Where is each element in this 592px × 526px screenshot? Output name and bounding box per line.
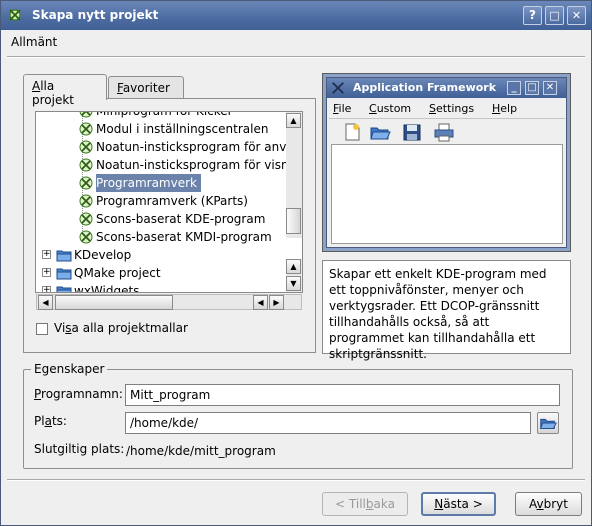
tree-item-label: wxWidgets [74, 284, 140, 293]
kde-template-icon [79, 140, 93, 154]
tree-item-label: Programramverk (KParts) [96, 194, 248, 208]
kde-template-icon [79, 212, 93, 226]
horizontal-scroll-thumb[interactable] [55, 295, 173, 310]
scroll-left-button-right[interactable]: ◀ [253, 295, 268, 310]
footer-separator [7, 479, 585, 481]
preview-content-area [331, 144, 563, 244]
expand-icon[interactable]: + [42, 286, 51, 292]
location-input[interactable] [125, 412, 531, 434]
maximize-button[interactable]: □ [545, 6, 564, 25]
back-button[interactable]: < Tillbaka [322, 492, 408, 516]
scroll-left-button[interactable]: ◀ [38, 295, 53, 310]
new-document-icon [345, 123, 360, 141]
tree-item-label: Modul i inställningscentralen [96, 122, 269, 136]
template-description: Skapar ett enkelt KDE-program med ett to… [322, 260, 571, 361]
preview-title-bar: Application Framework _ □ ✕ [327, 78, 566, 98]
final-location-value: /home/kde/mitt_program [126, 444, 276, 458]
program-name-input[interactable] [125, 384, 560, 406]
tab-all-projects-mnemonic: A [32, 79, 41, 93]
preview-menu-file: File [333, 102, 352, 115]
scroll-thumb[interactable] [286, 208, 301, 234]
show-all-templates-label[interactable]: Visa alla projektmallar [54, 321, 188, 335]
kde-template-icon [79, 176, 93, 190]
tree-item-label: Programramverk [96, 174, 201, 192]
expand-icon[interactable]: + [42, 250, 51, 259]
show-all-label-rest: a alla projektmallar [71, 321, 188, 335]
tree-item-label: KDevelop [74, 248, 132, 262]
final-location-label: Slutgiltig plats: [34, 442, 125, 456]
preview-menu-help: Help [492, 102, 518, 115]
preview-maximize-icon: □ [525, 81, 539, 95]
next-button[interactable]: Nästa > [421, 492, 496, 516]
template-preview: Application Framework _ □ ✕ File Custom … [322, 73, 571, 252]
show-all-label-prefix: Vi [54, 321, 66, 335]
horizontal-scrollbar[interactable]: ◀ ◀ ▶ [36, 294, 302, 310]
browse-location-button[interactable] [537, 412, 559, 434]
expand-icon[interactable]: + [42, 268, 51, 277]
tree-item-label: QMake project [74, 266, 161, 280]
header-separator [7, 56, 585, 58]
tree-item-label: Noatun-insticksprogram för använ [96, 140, 286, 154]
window-title: Skapa nytt projekt [32, 8, 159, 22]
vertical-scrollbar-upper[interactable]: ▲ [286, 112, 302, 238]
save-icon [403, 124, 421, 141]
program-name-label: Programnamn: [34, 387, 123, 401]
show-all-templates-checkbox[interactable] [36, 323, 48, 335]
cancel-button[interactable]: Avbryt [515, 492, 582, 516]
location-label: Plats: [34, 414, 67, 428]
kde-template-icon [79, 194, 93, 208]
template-tree-viewport: Miniprogram för Kicker Modul i inställnin… [36, 112, 286, 293]
scroll-up-button[interactable]: ▲ [286, 113, 301, 128]
scroll-down-button[interactable]: ▼ [286, 276, 301, 291]
preview-menu-custom: Custom [369, 102, 412, 115]
open-folder-icon [370, 127, 391, 140]
print-icon [434, 123, 454, 142]
kde-template-icon [79, 230, 93, 244]
section-heading: Allmänt [11, 35, 58, 49]
open-folder-icon [540, 418, 557, 429]
preview-menu-separator [329, 118, 565, 119]
kdevelop-app-icon [9, 9, 21, 21]
title-bar[interactable]: Skapa nytt projekt ? □ ✕ [1, 1, 591, 30]
tree-item-label: Scons-baserat KDE-program [96, 212, 266, 226]
scroll-right-button[interactable]: ▶ [269, 295, 284, 310]
kde-template-icon [79, 158, 93, 172]
help-button[interactable]: ? [523, 6, 542, 25]
preview-minimize-icon: _ [507, 81, 521, 95]
scroll-up-button-lower[interactable]: ▲ [286, 259, 301, 274]
tab-all-projects[interactable]: Alla projekt [23, 74, 107, 107]
tree-item-label: Miniprogram för Kicker [96, 112, 233, 120]
kde-template-icon [79, 112, 93, 118]
folder-icon [56, 250, 72, 262]
preview-menu-settings: Settings [429, 102, 475, 115]
tab-favorites[interactable]: Favoriter [108, 76, 184, 100]
folder-icon [56, 268, 72, 280]
preview-title: Application Framework [353, 81, 497, 94]
preview-window: Application Framework _ □ ✕ File Custom … [326, 77, 567, 248]
kde-template-icon [79, 122, 93, 136]
properties-group-title: Egenskaper [31, 362, 108, 376]
vertical-scrollbar-lower[interactable]: ▲ ▼ [286, 259, 302, 292]
dialog-window: Skapa nytt projekt ? □ ✕ Allmänt Alla pr… [0, 0, 592, 526]
tree-item-label: Scons-baserat KMDI-program [96, 230, 272, 244]
template-tree[interactable]: Miniprogram för Kicker Modul i inställnin… [35, 111, 303, 293]
folder-icon [56, 286, 72, 292]
tree-item-label: Noatun-insticksprogram för visnin [96, 158, 286, 172]
preview-close-icon: ✕ [543, 81, 557, 95]
preview-app-icon [332, 82, 344, 94]
tab-favorites-label: avoriter [122, 81, 170, 95]
close-button[interactable]: ✕ [567, 6, 586, 25]
